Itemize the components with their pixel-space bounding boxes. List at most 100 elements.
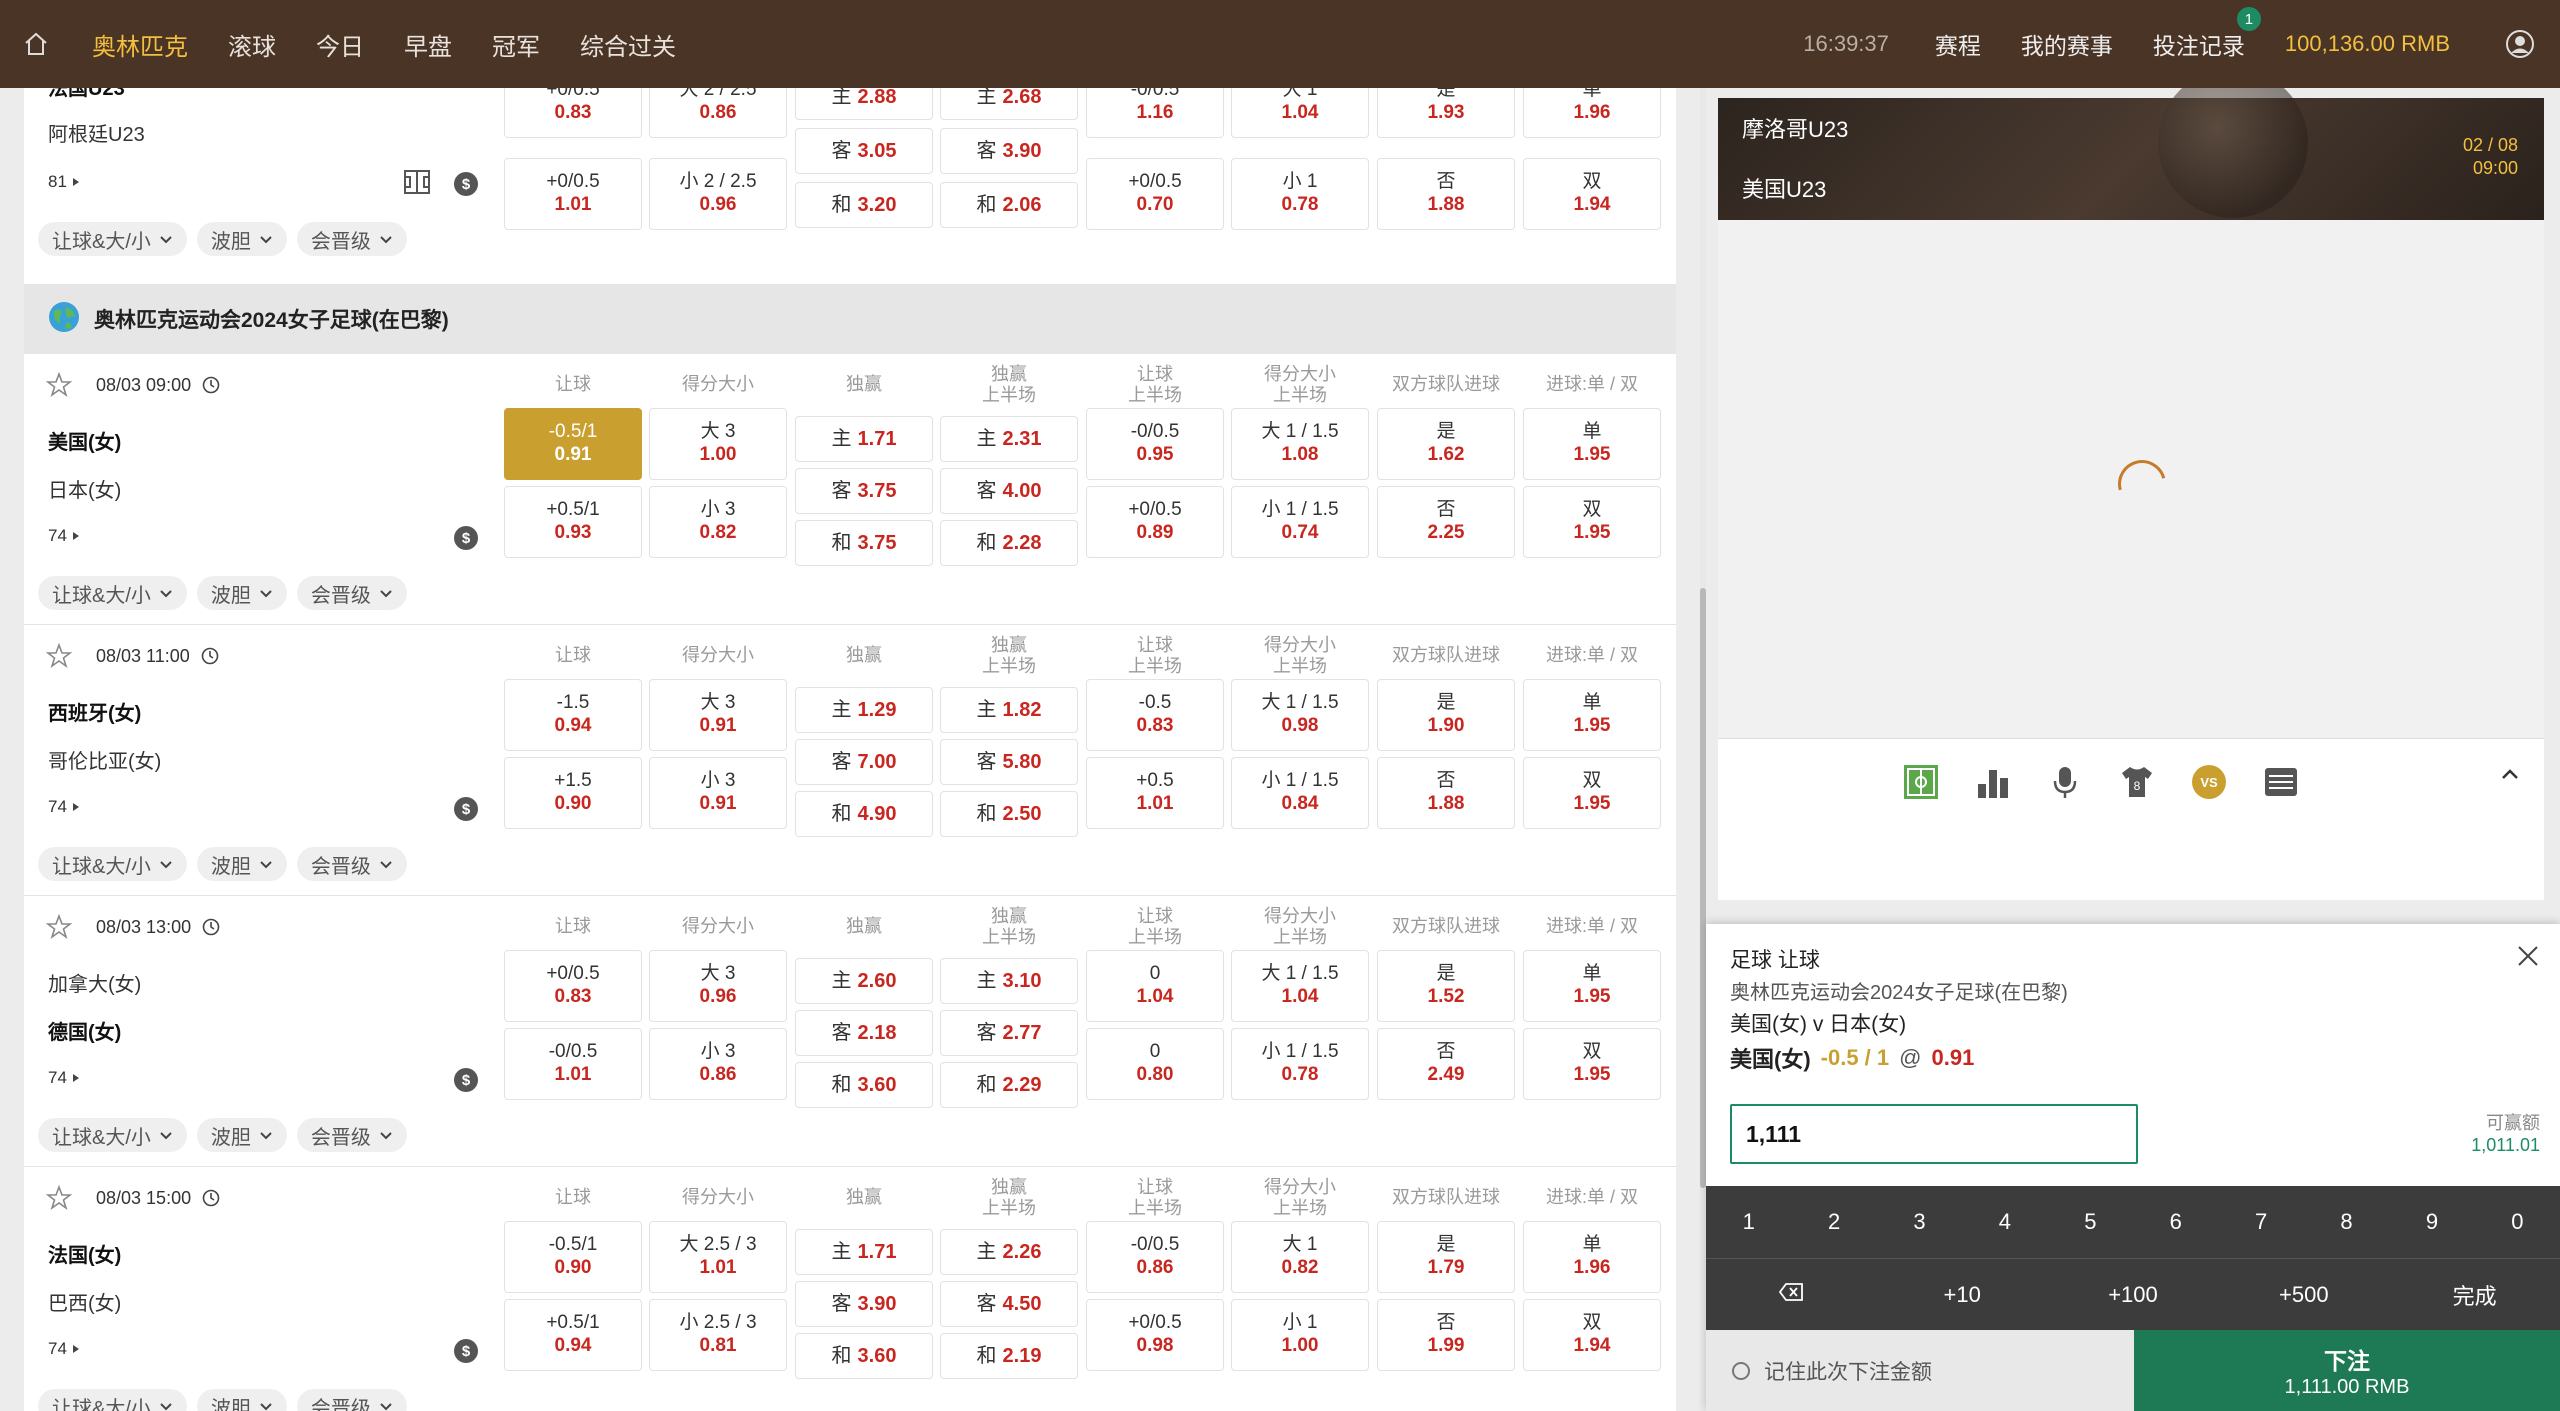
- keypad-key[interactable]: 9: [2389, 1209, 2474, 1235]
- market-filter-pill[interactable]: 会晋级: [296, 222, 407, 256]
- odds-cell[interactable]: 大 3 0.91: [649, 679, 787, 751]
- more-markets-link[interactable]: 74: [48, 526, 80, 546]
- odds-cell[interactable]: 大 1 / 1.5 1.08: [1231, 408, 1369, 480]
- nav-tab[interactable]: 今日: [296, 0, 384, 88]
- odds-cell[interactable]: 和 2.19: [940, 1333, 1078, 1379]
- market-filter-pill[interactable]: 波胆: [196, 1118, 287, 1152]
- odds-cell[interactable]: 和 2.29: [940, 1062, 1078, 1108]
- odds-cell[interactable]: -0.5/1 0.90: [504, 1221, 642, 1293]
- keypad-key[interactable]: 2: [1791, 1209, 1876, 1235]
- nav-link-my-events[interactable]: 我的赛事: [2021, 27, 2113, 61]
- odds-cell[interactable]: 和 2.06: [940, 182, 1078, 228]
- odds-cell[interactable]: +0/0.5 0.89: [1086, 486, 1224, 558]
- backspace-icon[interactable]: [1706, 1282, 1877, 1308]
- odds-cell[interactable]: +0.5/1 0.94: [504, 1299, 642, 1371]
- odds-cell[interactable]: 和 3.75: [795, 520, 933, 566]
- odds-cell[interactable]: +0/0.5 0.70: [1086, 158, 1224, 230]
- odds-cell[interactable]: 主 2.26: [940, 1229, 1078, 1275]
- keypad-key[interactable]: 6: [2133, 1209, 2218, 1235]
- odds-cell[interactable]: 是 1.93: [1377, 88, 1515, 138]
- pitch-icon[interactable]: [1900, 761, 1942, 803]
- nav-link-schedule[interactable]: 赛程: [1935, 27, 1981, 61]
- odds-cell[interactable]: 小 3 0.82: [649, 486, 787, 558]
- odds-cell[interactable]: 和 3.60: [795, 1062, 933, 1108]
- odds-cell[interactable]: -0/0.5 1.01: [504, 1028, 642, 1100]
- odds-cell[interactable]: 和 4.90: [795, 791, 933, 837]
- odds-cell[interactable]: 和 2.50: [940, 791, 1078, 837]
- favorite-star-icon[interactable]: [45, 642, 73, 674]
- odds-cell[interactable]: 小 1 0.78: [1231, 158, 1369, 230]
- odds-cell[interactable]: 否 1.99: [1377, 1299, 1515, 1371]
- odds-cell[interactable]: 主 1.71: [795, 416, 933, 462]
- odds-cell[interactable]: 客 7.00: [795, 739, 933, 785]
- odds-cell[interactable]: 0 0.80: [1086, 1028, 1224, 1100]
- odds-cell[interactable]: +0/0.5 0.83: [504, 950, 642, 1022]
- odds-cell[interactable]: 主 2.68: [940, 88, 1078, 120]
- nav-tab[interactable]: 冠军: [472, 0, 560, 88]
- remember-radio[interactable]: [1732, 1361, 1750, 1380]
- odds-cell[interactable]: 客 3.90: [940, 128, 1078, 174]
- user-icon[interactable]: [2490, 29, 2550, 59]
- odds-cell[interactable]: 主 3.10: [940, 958, 1078, 1004]
- odds-cell[interactable]: 单 1.96: [1523, 88, 1661, 138]
- more-markets-link[interactable]: 81: [48, 172, 80, 192]
- odds-cell[interactable]: 否 2.49: [1377, 1028, 1515, 1100]
- odds-cell[interactable]: 和 2.28: [940, 520, 1078, 566]
- odds-cell[interactable]: 客 3.75: [795, 468, 933, 514]
- odds-cell[interactable]: 客 4.00: [940, 468, 1078, 514]
- odds-cell[interactable]: 双 1.95: [1523, 486, 1661, 558]
- nav-tab[interactable]: 滚球: [208, 0, 296, 88]
- odds-cell[interactable]: 主 2.31: [940, 416, 1078, 462]
- stake-input[interactable]: 1,111: [1730, 1104, 2138, 1164]
- odds-cell[interactable]: -0/0.5 0.95: [1086, 408, 1224, 480]
- odds-cell[interactable]: 大 1 / 1.5 1.04: [1231, 950, 1369, 1022]
- odds-cell[interactable]: -1.5 0.94: [504, 679, 642, 751]
- odds-cell[interactable]: 否 1.88: [1377, 158, 1515, 230]
- nav-tab[interactable]: 早盘: [384, 0, 472, 88]
- odds-cell[interactable]: +0.5 1.01: [1086, 757, 1224, 829]
- odds-cell[interactable]: 是 1.52: [1377, 950, 1515, 1022]
- odds-cell[interactable]: 大 1 1.04: [1231, 88, 1369, 138]
- cashout-icon[interactable]: $: [454, 172, 478, 196]
- odds-cell[interactable]: 小 3 0.86: [649, 1028, 787, 1100]
- more-markets-link[interactable]: 74: [48, 797, 80, 817]
- microphone-icon[interactable]: [2044, 761, 2086, 803]
- odds-cell[interactable]: +0/0.5 0.98: [1086, 1299, 1224, 1371]
- home-icon[interactable]: [0, 0, 72, 88]
- odds-cell[interactable]: +0/0.5 1.01: [504, 158, 642, 230]
- odds-cell[interactable]: 小 1 / 1.5 0.78: [1231, 1028, 1369, 1100]
- favorite-star-icon[interactable]: [45, 1184, 73, 1216]
- odds-cell[interactable]: -0/0.5 0.86: [1086, 1221, 1224, 1293]
- cashout-icon[interactable]: $: [454, 797, 478, 821]
- market-filter-pill[interactable]: 让球&大/小: [38, 1118, 187, 1152]
- keypad-key[interactable]: 0: [2475, 1209, 2560, 1235]
- odds-cell[interactable]: 单 1.95: [1523, 679, 1661, 751]
- odds-cell[interactable]: 小 1 1.00: [1231, 1299, 1369, 1371]
- odds-cell[interactable]: 双 1.95: [1523, 757, 1661, 829]
- odds-cell[interactable]: 小 2.5 / 3 0.81: [649, 1299, 787, 1371]
- odds-cell[interactable]: -0.5/1 0.91: [504, 408, 642, 480]
- odds-cell[interactable]: -0.5 0.83: [1086, 679, 1224, 751]
- odds-cell[interactable]: +0.5/1 0.93: [504, 486, 642, 558]
- odds-cell[interactable]: 大 1 / 1.5 0.98: [1231, 679, 1369, 751]
- keypad-key[interactable]: 5: [2048, 1209, 2133, 1235]
- odds-cell[interactable]: 和 3.60: [795, 1333, 933, 1379]
- odds-cell[interactable]: 双 1.94: [1523, 158, 1661, 230]
- odds-cell[interactable]: 主 2.88: [795, 88, 933, 120]
- keypad-action-key[interactable]: 完成: [2389, 1279, 2560, 1311]
- odds-cell[interactable]: 双 1.94: [1523, 1299, 1661, 1371]
- more-markets-link[interactable]: 74: [48, 1339, 80, 1359]
- odds-cell[interactable]: 大 1 0.82: [1231, 1221, 1369, 1293]
- more-markets-link[interactable]: 74: [48, 1068, 80, 1088]
- market-filter-pill[interactable]: 让球&大/小: [38, 222, 187, 256]
- odds-cell[interactable]: 大 2 / 2.5 0.86: [649, 88, 787, 138]
- market-filter-pill[interactable]: 波胆: [196, 847, 287, 881]
- market-filter-pill[interactable]: 会晋级: [296, 576, 407, 610]
- keypad-key[interactable]: 7: [2218, 1209, 2303, 1235]
- market-filter-pill[interactable]: 波胆: [196, 576, 287, 610]
- stats-icon[interactable]: [1972, 761, 2014, 803]
- close-icon[interactable]: [2516, 944, 2540, 973]
- nav-tab[interactable]: 综合过关: [560, 0, 696, 88]
- nav-link-bet-record[interactable]: 投注记录 1: [2153, 7, 2261, 61]
- odds-cell[interactable]: 大 3 0.96: [649, 950, 787, 1022]
